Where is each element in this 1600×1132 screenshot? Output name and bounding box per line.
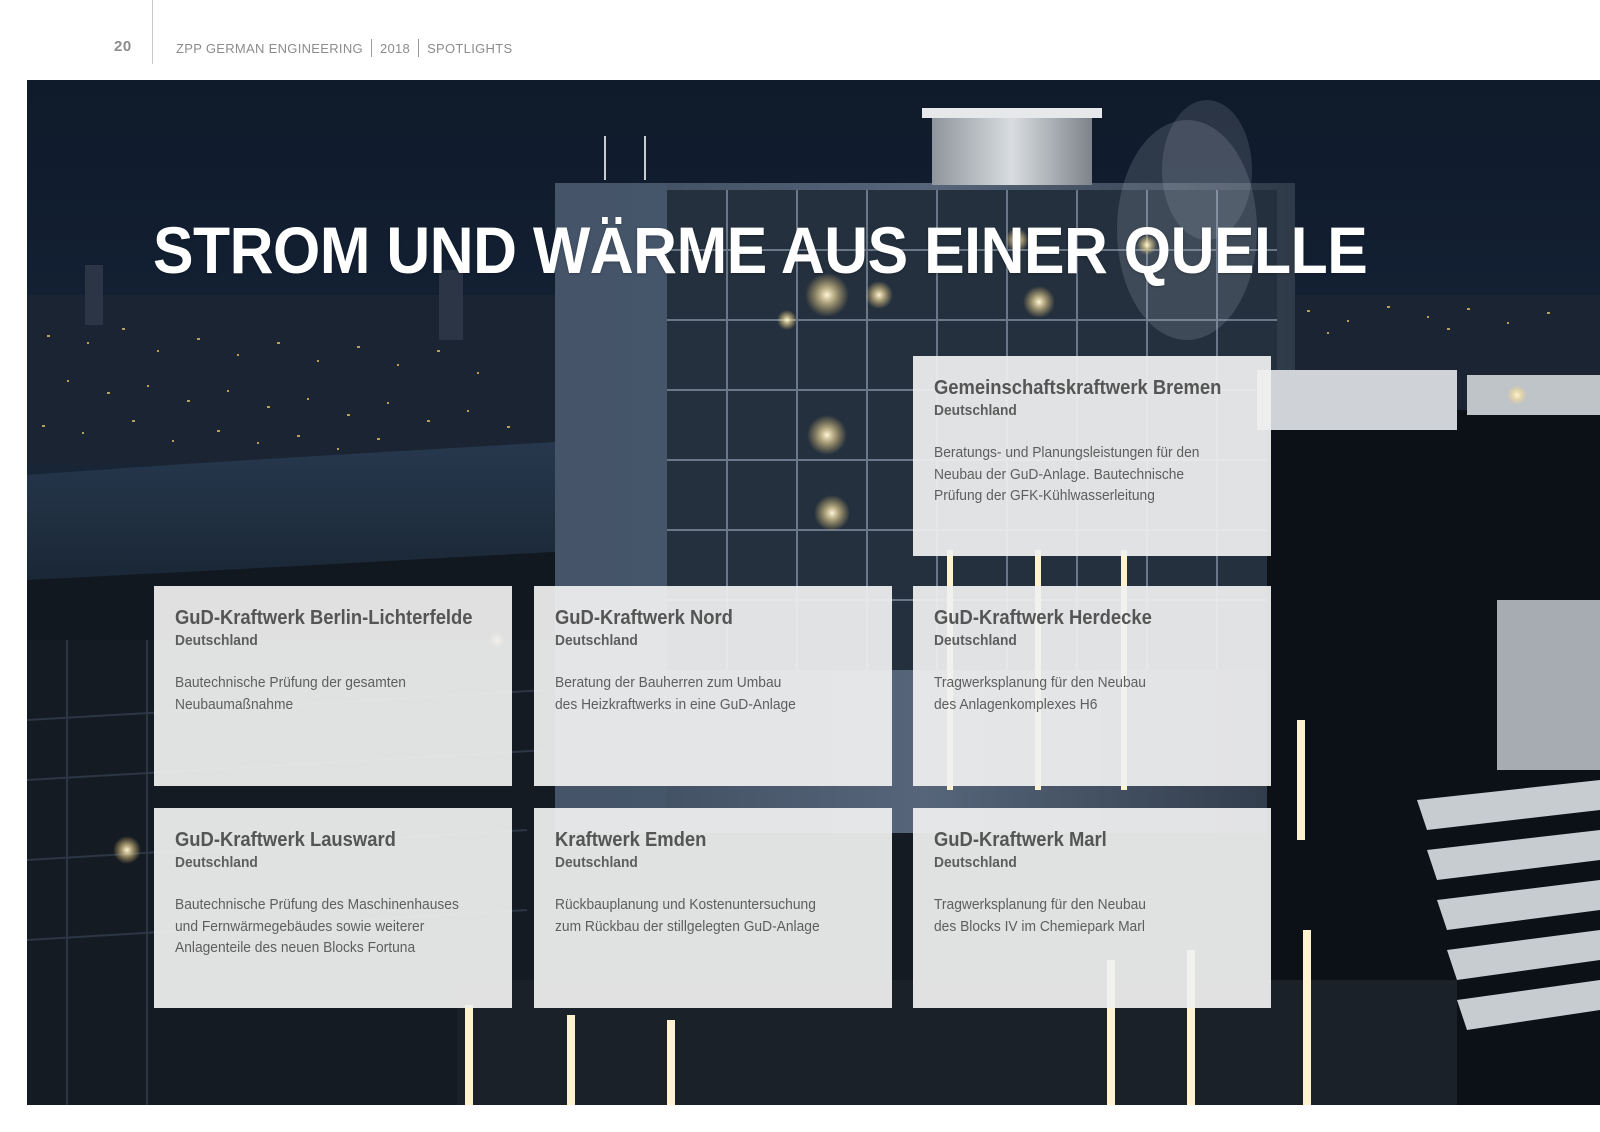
project-country: Deutschland	[175, 632, 258, 649]
hero-photo: STROM UND WÄRME AUS EINER QUELLE Gemeins…	[27, 80, 1600, 1105]
project-country: Deutschland	[175, 854, 258, 871]
project-title: Gemeinschaftskraftwerk Bremen	[934, 377, 1222, 399]
project-description: Bautechnische Prüfung des Maschinenhause…	[175, 896, 459, 956]
project-title: GuD-Kraftwerk Nord	[555, 607, 733, 629]
project-title: GuD-Kraftwerk Herdecke	[934, 607, 1152, 629]
project-title: Kraftwerk Emden	[555, 829, 707, 851]
distant-tower	[85, 265, 103, 325]
page-headline: STROM UND WÄRME AUS EINER QUELLE	[153, 213, 1368, 287]
project-card: Gemeinschaftskraftwerk Bremen Deutschlan…	[913, 356, 1271, 556]
publication-year: 2018	[379, 40, 411, 56]
project-country: Deutschland	[934, 632, 1017, 649]
header-separator	[370, 39, 372, 57]
project-description: Bautechnische Prüfung der gesamten Neuba…	[175, 674, 406, 713]
project-description: Beratung der Bauherren zum Umbau des Hei…	[555, 674, 796, 713]
section-name: SPOTLIGHTS	[427, 40, 513, 56]
project-title: GuD-Kraftwerk Berlin-Lichterfelde	[175, 607, 473, 629]
project-description: Rückbauplanung und Kostenuntersuchung zu…	[555, 896, 820, 935]
project-card: GuD-Kraftwerk Herdecke Deutschland Tragw…	[913, 586, 1271, 786]
silo-rim	[922, 108, 1102, 118]
project-card: GuD-Kraftwerk Marl Deutschland Tragwerks…	[913, 808, 1271, 1008]
project-title: GuD-Kraftwerk Lausward	[175, 829, 396, 851]
project-card: GuD-Kraftwerk Lausward Deutschland Baute…	[154, 808, 512, 1008]
project-country: Deutschland	[934, 854, 1017, 871]
project-description: Tragwerksplanung für den Neubau des Bloc…	[934, 896, 1146, 935]
running-header: ZPP GERMAN ENGINEERING 2018 SPOTLIGHTS	[176, 39, 512, 57]
project-country: Deutschland	[555, 854, 638, 871]
side-tower	[1497, 600, 1600, 770]
header-divider	[152, 0, 153, 64]
header-separator	[418, 39, 420, 57]
project-title: GuD-Kraftwerk Marl	[934, 829, 1107, 851]
project-country: Deutschland	[555, 632, 638, 649]
project-description: Beratungs- und Planungsleistungen für de…	[934, 444, 1200, 504]
project-country: Deutschland	[934, 402, 1017, 419]
project-card: GuD-Kraftwerk Nord Deutschland Beratung …	[534, 586, 892, 786]
project-card: GuD-Kraftwerk Berlin-Lichterfelde Deutsc…	[154, 586, 512, 786]
roof-equipment	[1257, 370, 1457, 430]
roof-equipment	[1467, 375, 1600, 415]
project-description: Tragwerksplanung für den Neubau des Anla…	[934, 674, 1146, 713]
roof-silo	[932, 110, 1092, 185]
project-card: Kraftwerk Emden Deutschland Rückbauplanu…	[534, 808, 892, 1008]
page-number: 20	[114, 38, 132, 55]
brand-name: ZPP GERMAN ENGINEERING	[176, 40, 363, 56]
brochure-page: 20 ZPP GERMAN ENGINEERING 2018 SPOTLIGHT…	[0, 0, 1600, 1132]
